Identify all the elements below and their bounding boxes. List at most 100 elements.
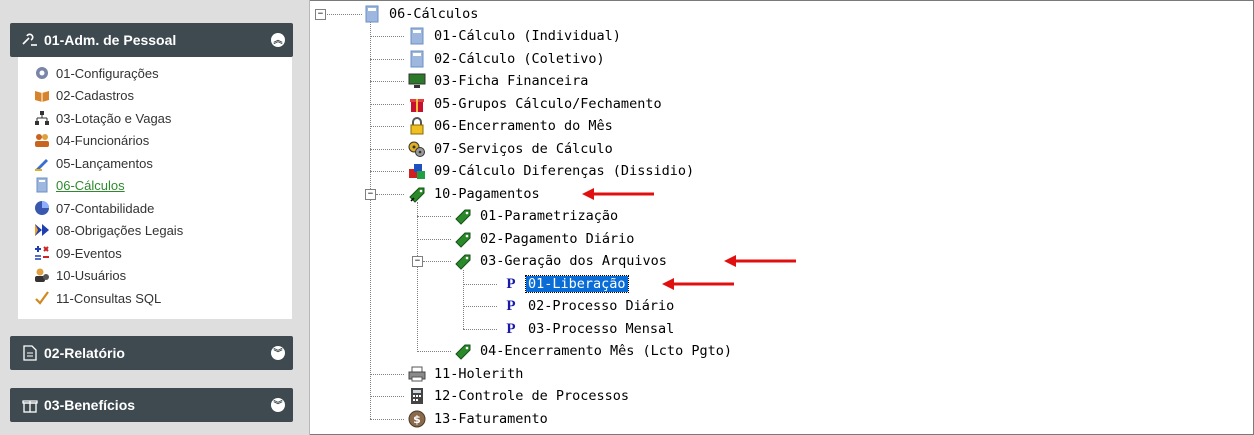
tree-connector bbox=[370, 171, 404, 172]
tree-node-processo-diario[interactable]: P 02-Processo Diário bbox=[502, 296, 676, 316]
tree-connector bbox=[370, 126, 404, 127]
annotation-arrow-pagamentos bbox=[582, 188, 654, 200]
tree-connector bbox=[376, 194, 404, 195]
tree-node-faturamento[interactable]: $ 13-Faturamento bbox=[408, 409, 550, 429]
collapse-toggle[interactable]: − bbox=[365, 189, 376, 200]
lock-icon bbox=[408, 117, 426, 135]
tree-connector bbox=[463, 306, 497, 307]
collapse-toggle[interactable]: − bbox=[315, 9, 326, 20]
tree-connector bbox=[370, 374, 404, 375]
cubes-icon bbox=[408, 162, 426, 180]
p-icon: P bbox=[506, 297, 516, 314]
gift-icon bbox=[20, 395, 40, 415]
accordion-header-adm-pessoal[interactable]: 01-Adm. de Pessoal ︽ bbox=[10, 23, 293, 57]
calculator-icon bbox=[363, 5, 381, 23]
calculator-icon bbox=[408, 50, 426, 68]
tree-node-calculo-diferencas[interactable]: 09-Cálculo Diferenças (Dissidio) bbox=[408, 161, 696, 181]
p-icon: P bbox=[506, 320, 516, 337]
annotation-arrow-liberacao bbox=[662, 278, 734, 290]
sidebar-item-lotacao[interactable]: 03-Lotação e Vagas bbox=[33, 108, 171, 128]
sidebar-item-consultas-sql[interactable]: 11-Consultas SQL bbox=[33, 288, 161, 308]
accordion-header-beneficios[interactable]: 03-Benefícios ︾ bbox=[10, 388, 293, 422]
sidebar-item-configuracoes[interactable]: 01-Configurações bbox=[33, 63, 159, 83]
tree-connector bbox=[463, 270, 464, 329]
people-icon bbox=[33, 131, 51, 149]
sidebar: 01-Adm. de Pessoal ︽ 01-Configurações 02… bbox=[0, 0, 310, 435]
tree-node-calculo-individual[interactable]: 01-Cálculo (Individual) bbox=[408, 26, 623, 46]
tree-node-root-calculos[interactable]: 06-Cálculos bbox=[363, 4, 480, 24]
calculator-dark-icon bbox=[408, 387, 426, 405]
p-icon: P bbox=[506, 275, 516, 292]
accordion-header-relatorio[interactable]: 02-Relatório ︾ bbox=[10, 336, 293, 370]
sidebar-item-cadastros[interactable]: 02-Cadastros bbox=[33, 85, 134, 105]
monitor-icon bbox=[408, 72, 426, 90]
sidebar-item-usuarios[interactable]: 10-Usuários bbox=[33, 265, 126, 285]
money-tag-icon bbox=[454, 252, 472, 270]
accordion-title: 03-Benefícios bbox=[44, 397, 136, 413]
tree-node-pagamento-diario[interactable]: 02-Pagamento Diário bbox=[454, 229, 636, 249]
svg-text:$: $ bbox=[413, 413, 421, 426]
tree-node-processo-mensal[interactable]: P 03-Processo Mensal bbox=[502, 319, 676, 339]
chevron-up-icon[interactable]: ︽ bbox=[271, 33, 285, 47]
check-icon bbox=[33, 289, 51, 307]
tree-connector bbox=[370, 419, 404, 420]
gift-icon bbox=[408, 95, 426, 113]
tree-node-liberacao[interactable]: P 01-Liberação bbox=[502, 274, 629, 294]
tree-connector bbox=[417, 216, 451, 217]
tree-connector bbox=[417, 239, 451, 240]
users-icon bbox=[33, 266, 51, 284]
gears-icon bbox=[408, 140, 426, 158]
sidebar-item-calculos[interactable]: 06-Cálculos bbox=[33, 175, 125, 195]
tree-connector bbox=[463, 284, 497, 285]
sidebar-item-obrigacoes[interactable]: 08-Obrigações Legais bbox=[33, 220, 183, 240]
tree-node-servicos-calculo[interactable]: 07-Serviços de Cálculo bbox=[408, 139, 615, 159]
tree-node-ficha-financeira[interactable]: 03-Ficha Financeira bbox=[408, 71, 590, 91]
pencil-icon bbox=[33, 154, 51, 172]
tree-connector bbox=[370, 104, 404, 105]
money-tag-icon bbox=[454, 230, 472, 248]
tree-node-grupos-calculo[interactable]: 05-Grupos Cálculo/Fechamento bbox=[408, 94, 664, 114]
chevron-down-icon[interactable]: ︾ bbox=[271, 346, 285, 360]
tree-node-encerramento-mes-pgto[interactable]: 04-Encerramento Mês (Lcto Pgto) bbox=[454, 341, 734, 361]
sidebar-item-funcionarios[interactable]: 04-Funcionários bbox=[33, 130, 149, 150]
tree-connector bbox=[417, 202, 418, 352]
tree-connector bbox=[463, 329, 497, 330]
printer-icon bbox=[408, 365, 426, 383]
double-arrow-icon bbox=[33, 221, 51, 239]
tree-node-parametrizacao[interactable]: 01-Parametrização bbox=[454, 206, 620, 226]
tree-node-calculo-coletivo[interactable]: 02-Cálculo (Coletivo) bbox=[408, 49, 607, 69]
tree-connector bbox=[423, 261, 451, 262]
tree-node-encerramento-mes[interactable]: 06-Encerramento do Mês bbox=[408, 116, 615, 136]
chevron-down-icon[interactable]: ︾ bbox=[271, 398, 285, 412]
calculator-icon bbox=[408, 27, 426, 45]
collapse-toggle[interactable]: − bbox=[412, 256, 423, 267]
sidebar-item-lancamentos[interactable]: 05-Lançamentos bbox=[33, 153, 153, 173]
tree-node-pagamentos[interactable]: 10-Pagamentos bbox=[408, 184, 542, 204]
accordion-body-adm-pessoal: 01-Configurações 02-Cadastros 03-Lotação… bbox=[18, 57, 292, 319]
tree-connector bbox=[370, 36, 404, 37]
accordion-title: 02-Relatório bbox=[44, 345, 125, 361]
tree-connector bbox=[417, 351, 451, 352]
sidebar-item-eventos[interactable]: 09-Eventos bbox=[33, 243, 122, 263]
calculator-icon bbox=[33, 176, 51, 194]
document-icon bbox=[20, 343, 40, 363]
annotation-arrow-geracao bbox=[724, 255, 796, 267]
gear-wrench-icon bbox=[20, 30, 40, 50]
gear-icon bbox=[33, 64, 51, 82]
tree-connector bbox=[324, 14, 362, 15]
plus-minus-icon bbox=[33, 244, 51, 262]
dollar-coin-icon: $ bbox=[408, 410, 426, 428]
tree-node-geracao-arquivos[interactable]: 03-Geração dos Arquivos bbox=[454, 251, 669, 271]
tree-connector bbox=[370, 81, 404, 82]
tree-view: − − − 06-Cálculos 01-Cálculo (Individual… bbox=[310, 0, 1254, 435]
money-tag-icon bbox=[454, 207, 472, 225]
tree-node-controle-processos[interactable]: 12-Controle de Processos bbox=[408, 386, 631, 406]
tree-connector bbox=[370, 149, 404, 150]
org-chart-icon bbox=[33, 109, 51, 127]
tree-connector bbox=[370, 59, 404, 60]
pie-chart-icon bbox=[33, 199, 51, 217]
sidebar-item-contabilidade[interactable]: 07-Contabilidade bbox=[33, 198, 154, 218]
accordion-title: 01-Adm. de Pessoal bbox=[44, 32, 177, 48]
money-tag-icon bbox=[454, 342, 472, 360]
tree-node-holerith[interactable]: 11-Holerith bbox=[408, 364, 525, 384]
